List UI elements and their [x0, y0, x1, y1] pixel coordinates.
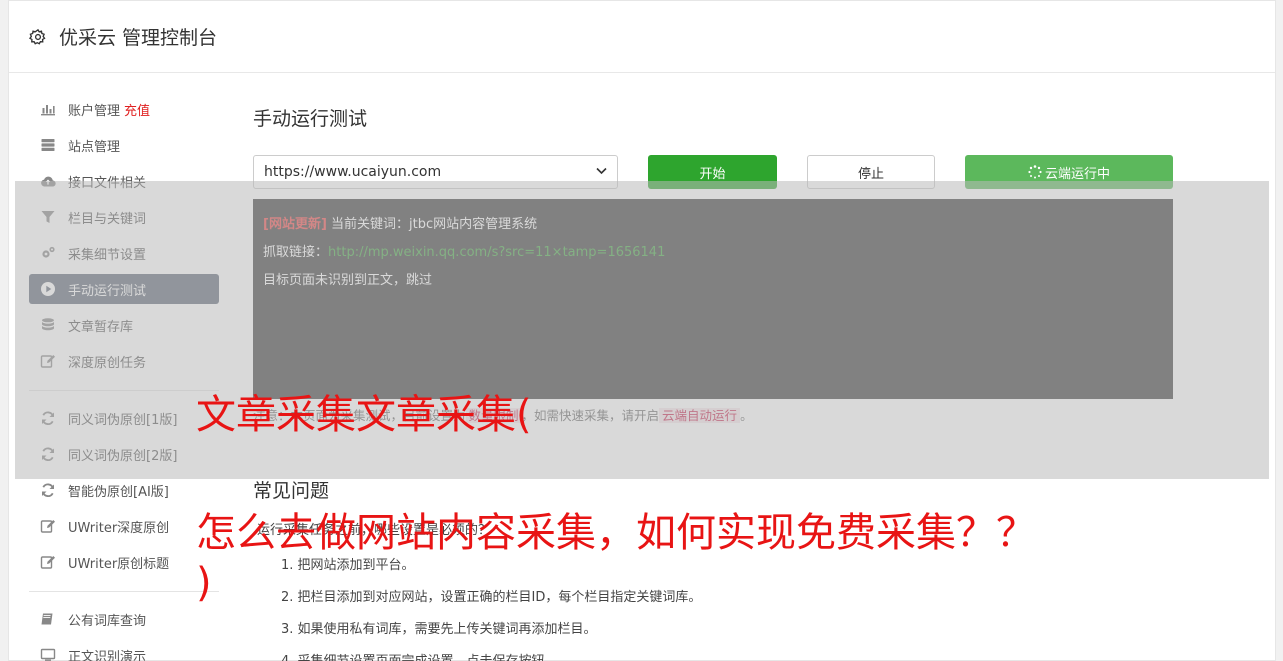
- watermark-line-3: ): [196, 560, 212, 606]
- page-title: 优采云 管理控制台: [59, 27, 218, 49]
- sidebar-item-g2-2[interactable]: 智能伪原创[AI版]: [29, 475, 219, 505]
- sidebar-item-g2-4[interactable]: UWriter原创标题: [29, 547, 219, 577]
- cloud-auto-run-link[interactable]: 云端自动运行: [659, 408, 741, 423]
- sidebar-divider: [29, 390, 219, 391]
- recharge-link[interactable]: 充值: [124, 100, 150, 119]
- sidebar-item-label: 手动运行测试: [68, 283, 147, 299]
- sidebar-item-label: 同义词伪原创[2版]: [68, 448, 178, 464]
- log-label: 抓取链接：: [263, 245, 329, 260]
- refresh-icon: [39, 446, 56, 463]
- section-title: 手动运行测试: [253, 108, 368, 130]
- gears-icon: [39, 245, 56, 262]
- faq-item: 2. 把栏目添加到对应网站，设置正确的栏目ID，每个栏目指定关键词库。: [281, 590, 702, 605]
- server-icon: [39, 137, 56, 154]
- sidebar-item-label: 采集细节设置: [68, 247, 147, 263]
- site-select[interactable]: https://www.ucaiyun.com: [253, 155, 618, 189]
- sidebar-item-label: UWriter深度原创: [68, 520, 170, 536]
- header: 优采云 管理控制台: [9, 1, 1275, 73]
- sidebar-item-g1-3[interactable]: 栏目与关键词: [29, 202, 219, 232]
- sidebar-divider: [29, 591, 219, 592]
- sidebar-item-label: UWriter原创标题: [68, 556, 170, 572]
- start-button[interactable]: 开始: [648, 155, 777, 189]
- sidebar-item-g1-5[interactable]: 手动运行测试: [29, 274, 219, 304]
- edit-icon: [39, 518, 56, 535]
- sidebar-item-g1-4[interactable]: 采集细节设置: [29, 238, 219, 268]
- sidebar-item-g3-1[interactable]: 正文识别演示: [29, 640, 219, 661]
- log-tag: [网站更新]: [263, 217, 327, 232]
- book-icon: [39, 611, 56, 628]
- edit-icon: [39, 353, 56, 370]
- site-select-value: https://www.ucaiyun.com: [264, 164, 442, 180]
- sidebar-item-g1-2[interactable]: 接口文件相关: [29, 166, 219, 196]
- sidebar-item-label: 智能伪原创[AI版]: [68, 484, 169, 500]
- log-text: 当前关键词：jtbc网站内容管理系统: [326, 217, 538, 232]
- stop-button[interactable]: 停止: [807, 155, 935, 189]
- log-line: [网站更新] 当前关键词：jtbc网站内容管理系统: [263, 211, 1163, 239]
- gear-icon: [29, 28, 46, 45]
- controls-row: https://www.ucaiyun.com 开始 停止 云端运行中: [253, 155, 1183, 189]
- main-content: 手动运行测试 https://www.ucaiyun.com 开始 停止 云端运…: [253, 104, 1183, 424]
- cloud-running-button[interactable]: 云端运行中: [965, 155, 1173, 189]
- faq-item: 3. 如果使用私有词库，需要先上传关键词再添加栏目。: [281, 622, 597, 637]
- monitor-icon: [39, 647, 56, 661]
- spinner-icon: [1028, 165, 1042, 179]
- cloud-running-label: 云端运行中: [1044, 166, 1110, 182]
- note-suffix: 。: [740, 408, 753, 423]
- watermark-line-2: 怎么去做网站内容采集，如何实现免费采集？？: [196, 510, 1036, 556]
- bar-chart-icon: [39, 101, 56, 118]
- chevron-down-icon: [596, 167, 607, 178]
- filter-icon: [39, 209, 56, 226]
- sidebar: 账户管理 充值站点管理接口文件相关 栏目与关键词 采集细节设置 手动运行测试 文章暂存库深…: [29, 94, 219, 661]
- log-line: 目标页面未识别到正文，跳过: [263, 273, 433, 288]
- sidebar-item-label: 文章暂存库: [68, 319, 134, 335]
- sidebar-item-label: 同义词伪原创[1版]: [68, 412, 178, 428]
- faq-title: 常见问题: [253, 480, 330, 502]
- refresh-icon: [39, 410, 56, 427]
- faq-list: 1. 把网站添加到平台。 2. 把栏目添加到对应网站，设置正确的栏目ID，每个栏…: [253, 550, 1153, 661]
- sidebar-item-g1-7[interactable]: 深度原创任务: [29, 346, 219, 376]
- sidebar-item-label: 账户管理: [68, 103, 121, 119]
- log-line: 抓取链接：http://mp.weixin.qq.com/s?src=11×ta…: [263, 239, 1163, 267]
- note-middle: ，如需快速采集，请开启: [521, 408, 660, 423]
- sidebar-item-label: 深度原创任务: [68, 355, 147, 371]
- play-circle-icon: [39, 281, 56, 298]
- sidebar-item-label: 公有词库查询: [68, 613, 147, 629]
- sidebar-item-label: 站点管理: [68, 139, 121, 155]
- sidebar-item-g3-0[interactable]: 公有词库查询: [29, 604, 219, 634]
- sidebar-item-g1-1[interactable]: 站点管理: [29, 130, 219, 160]
- log-console: [网站更新] 当前关键词：jtbc网站内容管理系统 抓取链接：http://mp…: [253, 199, 1173, 399]
- sidebar-item-g2-3[interactable]: UWriter深度原创: [29, 511, 219, 541]
- cloud-upload-icon: [39, 173, 56, 190]
- sidebar-item-g1-0[interactable]: 账户管理 充值: [29, 94, 219, 124]
- sidebar-item-label: 接口文件相关: [68, 175, 147, 191]
- sidebar-item-g2-0[interactable]: 同义词伪原创[1版]: [29, 403, 219, 433]
- sidebar-item-label: 正文识别演示: [68, 649, 147, 661]
- edit-icon: [39, 554, 56, 571]
- sidebar-item-label: 栏目与关键词: [68, 211, 147, 227]
- faq-item: 4. 采集细节设置页面完成设置，点击保存按钮。: [281, 646, 1153, 661]
- database-icon: [39, 317, 56, 334]
- watermark-line-1: 文章采集文章采集(: [196, 392, 532, 438]
- sidebar-item-g2-1[interactable]: 同义词伪原创[2版]: [29, 439, 219, 469]
- refresh-icon: [39, 482, 56, 499]
- sidebar-item-g1-6[interactable]: 文章暂存库: [29, 310, 219, 340]
- log-link[interactable]: http://mp.weixin.qq.com/s?src=11×tamp=16…: [328, 245, 665, 260]
